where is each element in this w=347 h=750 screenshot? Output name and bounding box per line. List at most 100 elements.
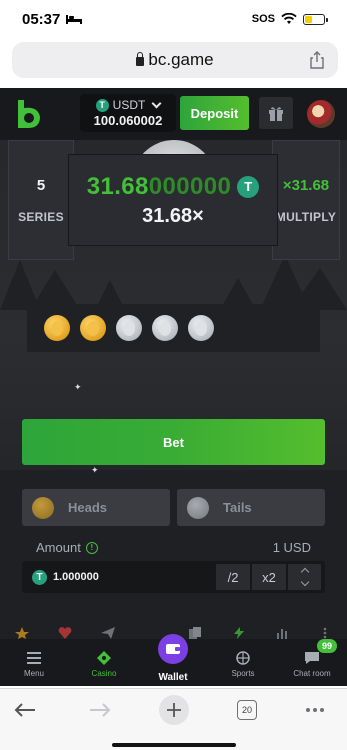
star-icon[interactable] (14, 627, 29, 639)
arrow-left-icon (14, 703, 35, 717)
home-indicator (112, 743, 236, 747)
heads-label: Heads (68, 500, 108, 515)
nav-chat-label: Chat room (293, 669, 331, 678)
casino-icon (97, 651, 111, 665)
tails-label: Tails (223, 500, 252, 515)
payout-bright: 31.68 (86, 172, 149, 200)
nav-menu[interactable]: Menu (4, 639, 64, 686)
back-button[interactable] (10, 695, 40, 725)
coin-history-tray (27, 304, 320, 352)
bet-amount-input[interactable]: T 1.000000 /2 x2 (22, 561, 325, 593)
heads-button[interactable]: Heads (22, 489, 170, 526)
half-amount-button[interactable]: /2 (216, 564, 250, 590)
sparkle-icon: ✦ (74, 382, 82, 392)
tails-coin-icon (187, 496, 209, 519)
nav-menu-label: Menu (23, 669, 44, 678)
app-bottom-nav: Menu Casino Wallet Sports Chat room 99 (0, 634, 347, 686)
url-label: bc.game (148, 50, 214, 69)
sparkle-icon: ✦ (91, 465, 99, 475)
deposit-button[interactable]: Deposit (180, 96, 249, 130)
multiply-value: ×31.68 (282, 176, 330, 194)
chat-unread-badge: 99 (317, 639, 338, 653)
payout-value: 31.68000000 (87, 173, 232, 201)
wallet-icon (166, 644, 180, 654)
browser-toolbar: 20 (0, 688, 347, 750)
history-coin-tails (188, 315, 214, 341)
nav-sports-label: Sports (231, 669, 255, 678)
lock-icon (136, 52, 145, 66)
payout-dim: 000000 (148, 172, 232, 200)
balance-value: 100.060002 (93, 113, 163, 128)
amount-label-group: Amount ! (36, 540, 98, 555)
address-text: bc.game (136, 50, 214, 70)
battery-icon (303, 13, 328, 25)
amount-usd-value: 1 USD (272, 540, 311, 555)
sleep-bed-icon (66, 15, 83, 24)
gift-icon (269, 107, 283, 121)
chevron-up-icon (300, 567, 309, 577)
lightning-icon[interactable] (232, 627, 246, 639)
forward-button[interactable] (85, 695, 115, 725)
amount-label: Amount (36, 540, 81, 555)
arrow-right-icon (90, 703, 111, 717)
status-bar: 05:37 SOS (0, 0, 347, 38)
plus-icon (167, 703, 181, 717)
browser-address-area: bc.game (0, 38, 347, 86)
amount-stepper[interactable] (288, 564, 321, 590)
user-avatar[interactable] (307, 100, 335, 128)
address-bar[interactable]: bc.game (12, 42, 338, 78)
nav-casino[interactable]: Casino (74, 639, 134, 686)
nav-wallet[interactable] (158, 634, 188, 664)
status-time-group: 05:37 (22, 10, 83, 28)
chat-icon (305, 652, 319, 664)
more-horizontal-icon (306, 708, 324, 712)
status-icons: SOS (251, 13, 328, 25)
more-options-button[interactable] (300, 695, 330, 725)
history-coin-tails (152, 315, 178, 341)
app-header: T USDT 100.060002 Deposit (0, 88, 347, 140)
nav-wallet-label: Wallet (158, 672, 188, 683)
clock: 05:37 (22, 10, 61, 28)
wifi-icon (281, 13, 297, 24)
payout-multiplier: 31.68× (142, 204, 204, 227)
tails-button[interactable]: Tails (177, 489, 325, 526)
multiply-label: MULTIPLY (275, 209, 337, 224)
usdt-icon: T (32, 569, 47, 585)
new-tab-button[interactable] (159, 695, 189, 725)
basketball-icon (236, 651, 250, 665)
sos-indicator: SOS (251, 13, 275, 25)
usdt-icon: T (95, 98, 109, 112)
bc-game-app: T USDT 100.060002 Deposit 5 SERIES ×31.6… (0, 88, 347, 686)
double-amount-button[interactable]: x2 (252, 564, 286, 590)
heart-icon[interactable] (58, 627, 72, 639)
history-coin-heads (44, 315, 70, 341)
history-coin-heads (80, 315, 106, 341)
cards-icon[interactable] (188, 627, 202, 639)
info-icon[interactable]: ! (85, 541, 98, 554)
bet-button[interactable]: Bet (22, 419, 325, 465)
chevron-down-icon (151, 98, 162, 109)
currency-balance-selector[interactable]: T USDT 100.060002 (80, 94, 176, 132)
history-coin-tails (116, 315, 142, 341)
amount-value: 1.000000 (53, 571, 99, 583)
currency-label: USDT (112, 98, 146, 112)
series-card: 5 SERIES (8, 140, 74, 260)
series-label: SERIES (18, 209, 64, 224)
payout-row: 31.68000000 T (87, 173, 260, 201)
tabs-button[interactable]: 20 (235, 695, 259, 725)
send-icon[interactable] (101, 627, 116, 639)
more-vertical-icon[interactable] (318, 627, 332, 639)
payout-card: 31.68000000 T 31.68× (68, 154, 278, 246)
bc-game-logo[interactable] (14, 98, 44, 130)
currency-row: T USDT (95, 98, 162, 112)
stats-icon[interactable] (275, 627, 289, 639)
multiply-card: ×31.68 MULTIPLY (272, 140, 340, 260)
nav-casino-label: Casino (91, 669, 117, 678)
chevron-down-icon (300, 577, 309, 587)
share-icon[interactable] (308, 51, 326, 69)
heads-coin-icon (32, 496, 54, 519)
nav-sports[interactable]: Sports (213, 639, 273, 686)
gift-button[interactable] (259, 97, 293, 129)
usdt-icon: T (237, 175, 260, 198)
